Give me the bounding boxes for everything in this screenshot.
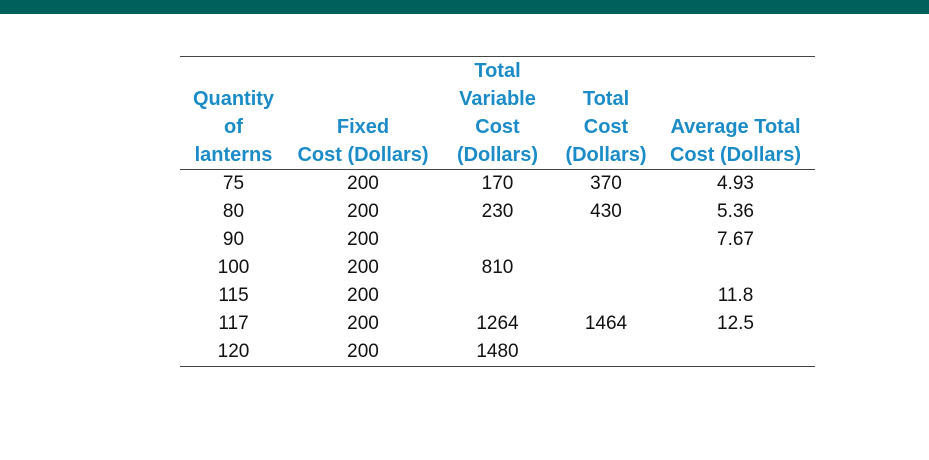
table-row: 100 200 810 <box>180 254 815 282</box>
cell-fixed-cost: 200 <box>347 257 379 278</box>
cell-total-cost <box>556 338 656 367</box>
cell-total-variable-cost: 170 <box>481 173 514 194</box>
table-header: Quantity of lanterns Fixed Cost (Dollars… <box>180 56 815 170</box>
header-line: (Dollars) <box>565 144 647 166</box>
header-line: Variable <box>459 88 536 110</box>
table-row: 75 200 170 370 4.93 <box>180 170 815 199</box>
cell-total-variable-cost: 230 <box>481 201 514 222</box>
cell-average-total-cost: 7.67 <box>717 229 754 250</box>
cell-total-cost: 1464 <box>584 313 628 334</box>
cell-total-variable-cost <box>439 226 556 254</box>
cell-quantity: 120 <box>180 338 287 367</box>
header-average-total-cost: Average Total Cost (Dollars) <box>656 56 815 170</box>
top-banner-bar <box>0 0 929 14</box>
header-line: lanterns <box>194 144 273 166</box>
cell-average-total-cost: 4.93 <box>717 173 754 194</box>
cell-total-variable-cost: 1264 <box>476 313 519 334</box>
cell-total-cost <box>556 254 656 282</box>
cell-total-variable-cost: 1480 <box>439 338 556 367</box>
header-quantity-of-lanterns: Quantity of lanterns <box>180 56 287 170</box>
cell-total-cost: 370 <box>590 173 622 194</box>
cell-fixed-cost: 200 <box>347 313 379 334</box>
cell-average-total-cost <box>656 338 815 367</box>
header-line: Cost <box>583 116 629 138</box>
table-row: 120 200 1480 <box>180 338 815 367</box>
cell-total-cost <box>556 282 656 310</box>
cell-quantity: 115 <box>218 285 249 306</box>
header-line: Total <box>474 60 521 82</box>
cell-average-total-cost: 11.8 <box>717 285 754 306</box>
table-row: 80 200 230 430 5.36 <box>180 198 815 226</box>
cell-total-cost: 430 <box>590 201 622 222</box>
cell-quantity: 100 <box>217 257 250 278</box>
cell-average-total-cost: 5.36 <box>717 201 754 222</box>
header-line: Cost (Dollars) <box>669 144 802 166</box>
cell-fixed-cost: 200 <box>347 285 379 306</box>
table-row: 115 200 11.8 <box>180 282 815 310</box>
cell-average-total-cost: 12.5 <box>717 313 754 334</box>
cost-table: Quantity of lanterns Fixed Cost (Dollars… <box>180 56 815 367</box>
cell-total-variable-cost: 810 <box>481 257 514 278</box>
header-line: Total <box>582 88 630 110</box>
cell-average-total-cost <box>656 254 815 282</box>
table-body: 75 200 170 370 4.93 80 200 230 430 5.36 … <box>180 170 815 367</box>
cell-quantity: 75 <box>222 173 245 194</box>
header-line: (Dollars) <box>456 144 539 166</box>
table-row: 117 200 1264 1464 12.5 <box>180 310 815 338</box>
cell-total-variable-cost <box>439 282 556 310</box>
header-line: Quantity <box>192 88 275 110</box>
cell-quantity: 117 <box>218 313 249 334</box>
cell-quantity: 80 <box>222 201 245 222</box>
cell-fixed-cost: 200 <box>347 201 379 222</box>
header-line: of <box>224 116 243 138</box>
header-line: Cost <box>475 116 520 138</box>
header-line: Fixed <box>336 116 390 138</box>
header-line: Average Total <box>670 116 801 138</box>
cell-quantity: 90 <box>222 229 245 250</box>
cell-fixed-cost: 200 <box>347 173 379 194</box>
header-line: Cost (Dollars) <box>297 144 429 166</box>
cell-fixed-cost: 200 <box>347 229 379 250</box>
cell-total-cost <box>556 226 656 254</box>
table-row: 90 200 7.67 <box>180 226 815 254</box>
header-total-cost: Total Cost (Dollars) <box>556 56 656 170</box>
header-total-variable-cost: Total Variable Cost (Dollars) <box>439 56 556 170</box>
header-row: Quantity of lanterns Fixed Cost (Dollars… <box>180 56 815 170</box>
header-fixed-cost: Fixed Cost (Dollars) <box>287 56 439 170</box>
cell-fixed-cost: 200 <box>287 338 439 367</box>
